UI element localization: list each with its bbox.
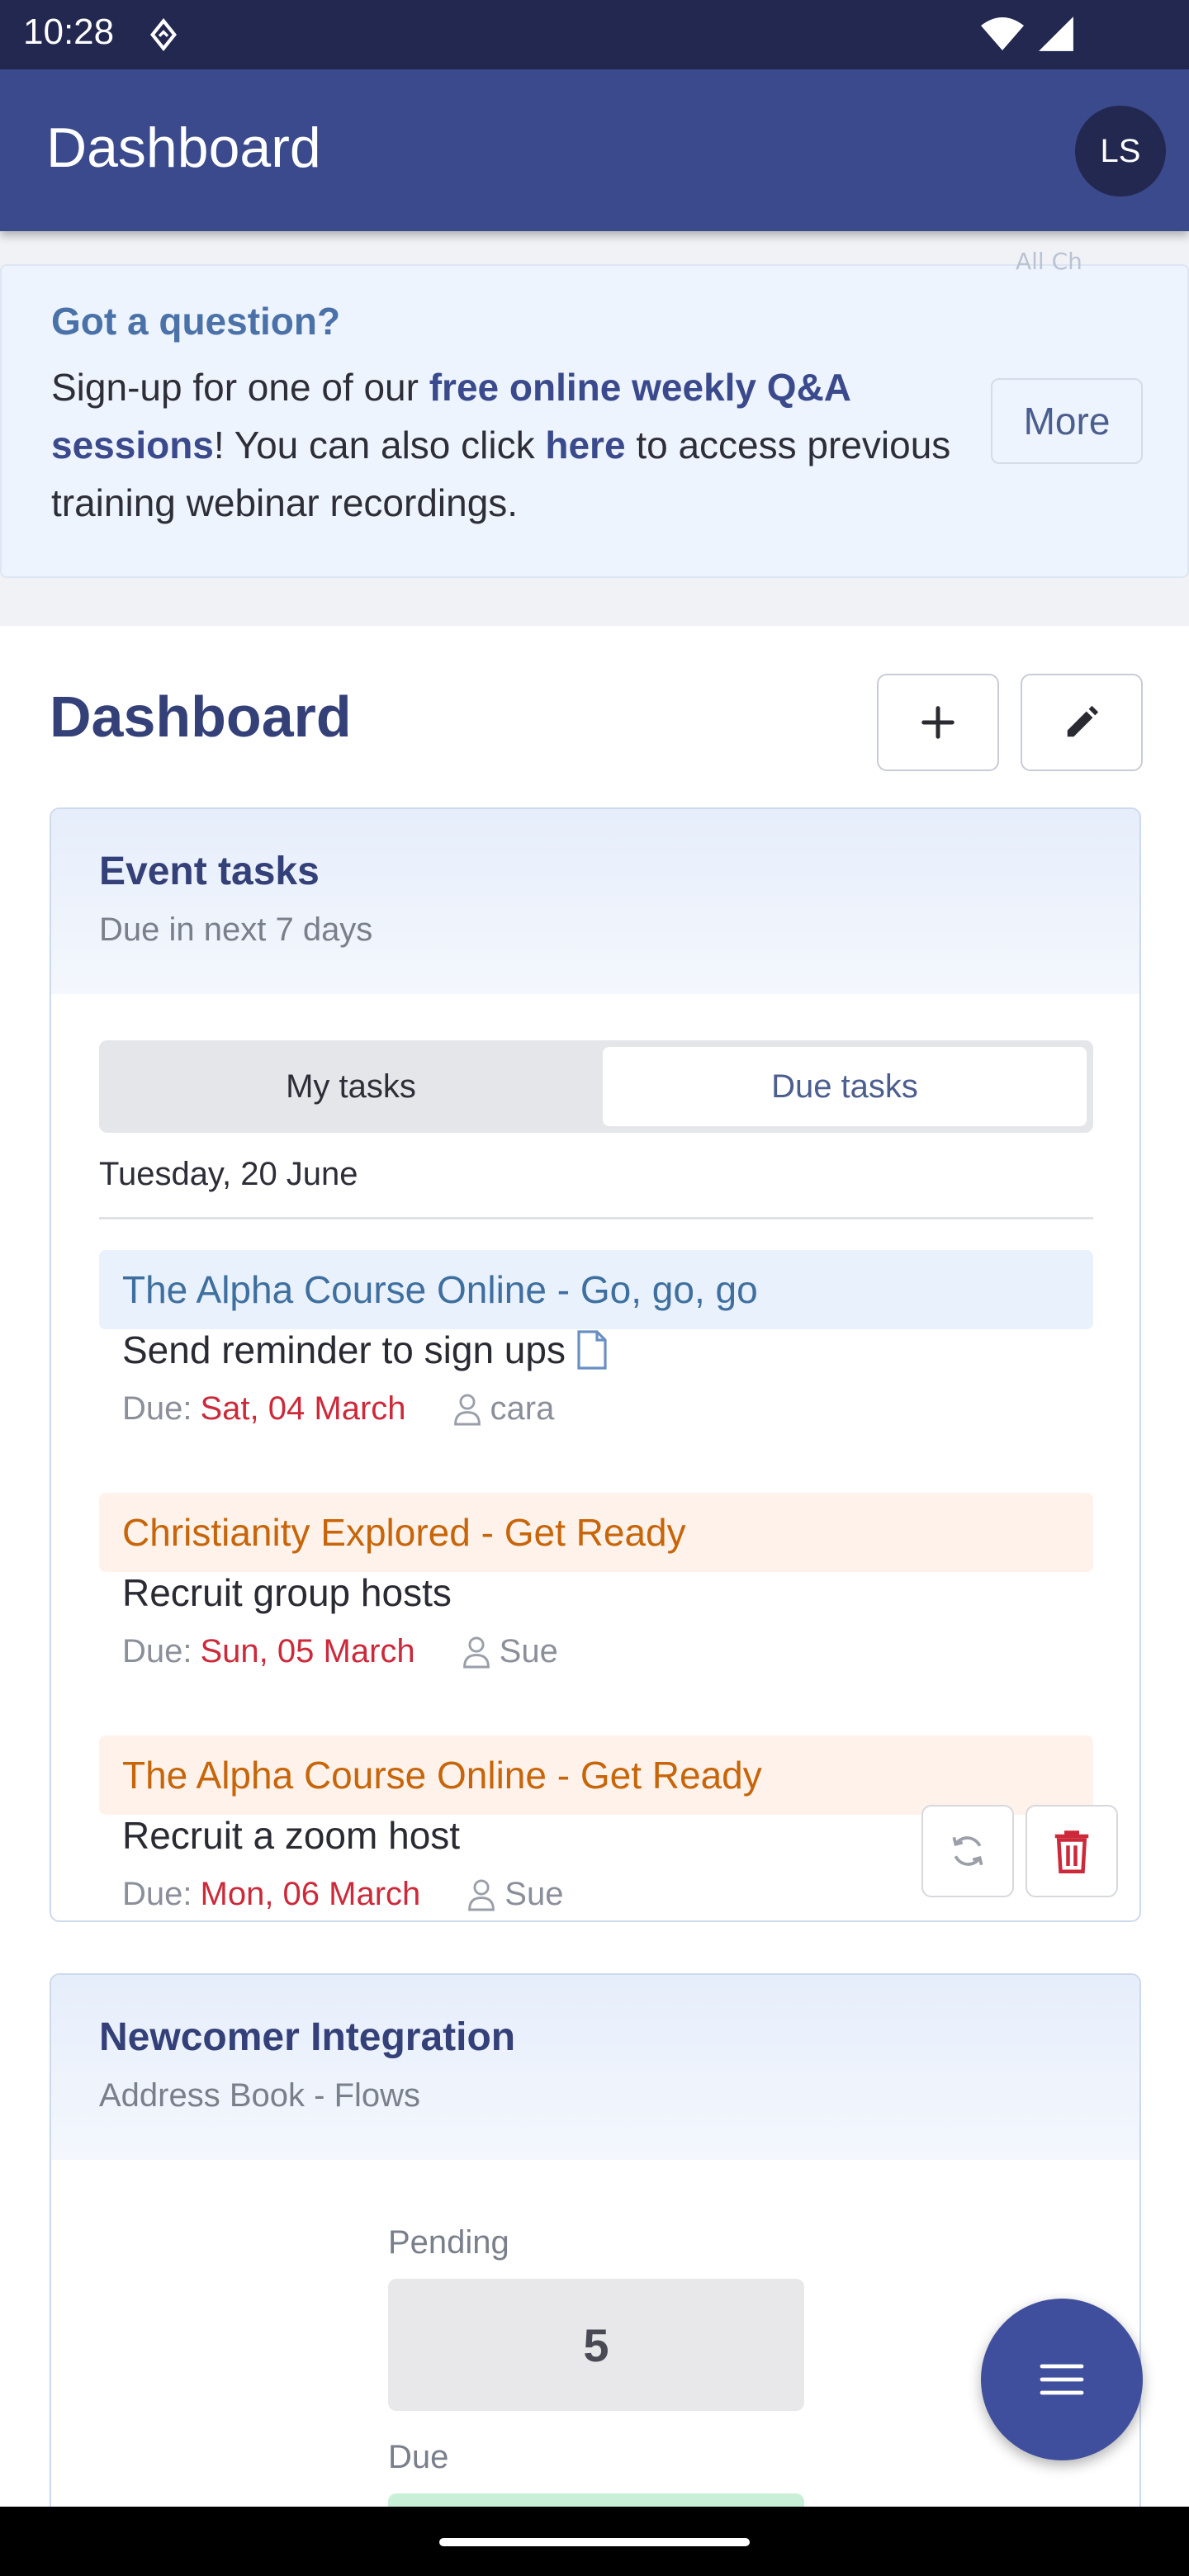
avatar[interactable]: LS bbox=[1075, 106, 1166, 197]
app-title: Dashboard bbox=[46, 116, 321, 179]
home-handle[interactable] bbox=[439, 2538, 750, 2546]
pencil-icon bbox=[1067, 705, 1099, 737]
newcomer-integration-card: Newcomer Integration Address Book - Flow… bbox=[50, 1973, 1141, 2551]
more-button[interactable]: More bbox=[991, 378, 1143, 464]
info-banner: Got a question? Sign-up for one of our f… bbox=[0, 264, 1189, 578]
task-name-text: Recruit a zoom host bbox=[122, 1814, 461, 1857]
event-group-header[interactable]: The Alpha Course Online - Get Ready bbox=[99, 1735, 1093, 1815]
user-icon bbox=[453, 1393, 481, 1425]
banner-heading: Got a question? bbox=[51, 300, 341, 343]
task-name[interactable]: Send reminder to sign ups bbox=[122, 1328, 609, 1372]
trash-icon bbox=[1054, 1830, 1089, 1873]
task-name[interactable]: Recruit a zoom host bbox=[122, 1813, 460, 1858]
edit-dashboard-button[interactable] bbox=[1021, 674, 1143, 771]
tab-my-tasks[interactable]: My tasks bbox=[106, 1047, 596, 1126]
task-name[interactable]: Recruit group hosts bbox=[122, 1570, 452, 1615]
document-icon bbox=[577, 1330, 607, 1370]
card-header: Event tasks Due in next 7 days bbox=[51, 809, 1139, 994]
card-subtitle: Address Book - Flows bbox=[99, 2077, 421, 2114]
assignee: Sue bbox=[467, 1876, 563, 1913]
banner-peek-text: All Ch bbox=[1016, 248, 1082, 275]
assignee: cara bbox=[452, 1390, 555, 1428]
status-bar: 10:28 bbox=[0, 0, 1189, 69]
due-date: Sun, 05 March bbox=[200, 1633, 415, 1669]
assignee-name: cara bbox=[490, 1390, 555, 1427]
due-date: Mon, 06 March bbox=[200, 1876, 421, 1912]
delete-task-button[interactable] bbox=[1026, 1805, 1118, 1897]
app-bar: Dashboard LS bbox=[0, 69, 1189, 231]
event-group-header[interactable]: Christianity Explored - Get Ready bbox=[99, 1493, 1093, 1572]
task-meta: Due: Mon, 06 March Sue bbox=[122, 1876, 563, 1913]
divider bbox=[99, 1217, 1093, 1219]
due-label: Due: bbox=[122, 1633, 192, 1669]
due-label: Due bbox=[388, 2439, 449, 2475]
recordings-link[interactable]: here bbox=[545, 424, 625, 466]
assignee-name: Sue bbox=[504, 1876, 564, 1912]
banner-text: Sign-up for one of our free online weekl… bbox=[51, 358, 959, 532]
page-title: Dashboard bbox=[50, 684, 352, 749]
due-label: Due: bbox=[122, 1390, 192, 1427]
card-header: Newcomer Integration Address Book - Flow… bbox=[51, 1975, 1139, 2160]
task-filter-toggle: My tasks Due tasks bbox=[99, 1040, 1093, 1133]
due-date: Sat, 04 March bbox=[200, 1390, 406, 1427]
main-panel: Dashboard Event tasks Due in next 7 days… bbox=[0, 626, 1189, 2551]
menu-fab[interactable] bbox=[981, 2299, 1143, 2460]
signal-icon bbox=[1039, 17, 1073, 51]
user-icon bbox=[468, 1878, 495, 1911]
assignee: Sue bbox=[462, 1633, 558, 1670]
due-label: Due: bbox=[122, 1876, 192, 1912]
menu-icon bbox=[1040, 2364, 1084, 2395]
banner-text-part: Sign-up for one of our bbox=[51, 366, 429, 409]
event-group-header[interactable]: The Alpha Course Online - Go, go, go bbox=[99, 1250, 1093, 1329]
event-tasks-card: Event tasks Due in next 7 days My tasks … bbox=[50, 807, 1141, 1922]
repeat-task-button[interactable] bbox=[921, 1805, 1014, 1897]
date-header: Tuesday, 20 June bbox=[99, 1156, 358, 1192]
plus-icon bbox=[921, 706, 955, 739]
task-name-text: Send reminder to sign ups bbox=[122, 1328, 566, 1371]
task-meta: Due: Sun, 05 March Sue bbox=[122, 1633, 558, 1670]
system-nav-bar bbox=[0, 2507, 1189, 2576]
wifi-icon bbox=[981, 17, 1024, 50]
card-subtitle: Due in next 7 days bbox=[99, 912, 373, 948]
card-title: Event tasks bbox=[99, 850, 320, 893]
pending-label: Pending bbox=[388, 2224, 509, 2261]
task-name-text: Recruit group hosts bbox=[122, 1571, 452, 1614]
navigation-icon bbox=[149, 18, 178, 51]
card-title: Newcomer Integration bbox=[99, 2015, 516, 2059]
banner-text-part: ! You can also click bbox=[213, 424, 546, 466]
user-icon bbox=[462, 1636, 490, 1668]
tab-due-tasks[interactable]: Due tasks bbox=[603, 1047, 1087, 1126]
pending-count[interactable]: 5 bbox=[388, 2279, 804, 2411]
refresh-icon bbox=[952, 1836, 983, 1866]
task-meta: Due: Sat, 04 March cara bbox=[122, 1390, 554, 1428]
status-time: 10:28 bbox=[23, 12, 115, 52]
assignee-name: Sue bbox=[499, 1633, 558, 1669]
add-widget-button[interactable] bbox=[877, 674, 999, 771]
